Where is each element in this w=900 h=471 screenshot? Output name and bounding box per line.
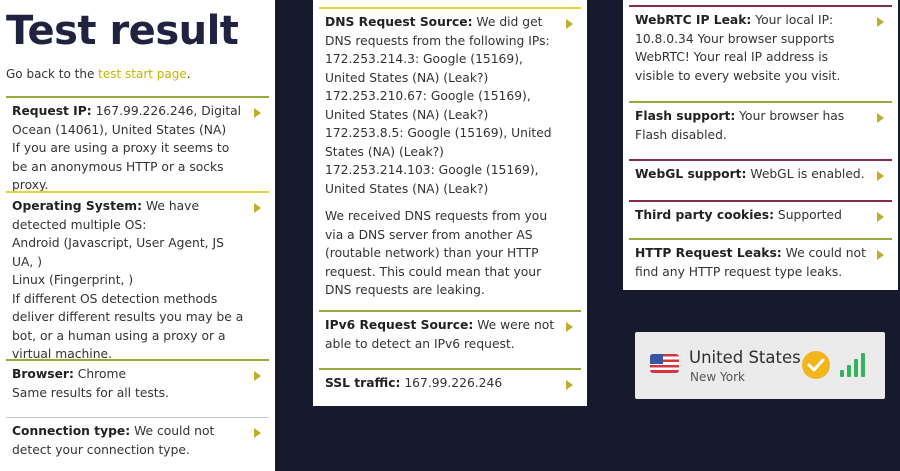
expand-arrow-icon[interactable] (254, 371, 261, 381)
dns-note: We received DNS requests from you via a … (325, 209, 548, 297)
browser-label: Browser: (12, 367, 74, 381)
operating-system-section[interactable]: Operating System: We have detected multi… (6, 191, 269, 361)
ipv6-request-source-section[interactable]: IPv6 Request Source: We were not able to… (319, 310, 581, 360)
results-panel-left: Test result Go back to the test start pa… (0, 0, 275, 471)
results-panel-middle: DNS Request Source: We did get DNS reque… (313, 0, 587, 406)
go-back-line: Go back to the test start page. (6, 67, 191, 81)
flash-label: Flash support: (635, 109, 736, 123)
os-label: Operating System: (12, 199, 143, 213)
expand-arrow-icon[interactable] (566, 322, 573, 332)
browser-section[interactable]: Browser: Chrome Same results for all tes… (6, 359, 269, 405)
connection-type-section[interactable]: Connection type: We could not detect you… (6, 417, 269, 467)
expand-arrow-icon[interactable] (877, 171, 884, 181)
vpn-city: New York (690, 370, 745, 384)
ipv6-label: IPv6 Request Source: (325, 318, 474, 332)
signal-bars-icon (840, 353, 865, 377)
expand-arrow-icon[interactable] (877, 17, 884, 27)
expand-arrow-icon[interactable] (566, 380, 573, 390)
checkmark-icon (802, 351, 830, 379)
us-flag-icon (650, 354, 679, 373)
expand-arrow-icon[interactable] (254, 108, 261, 118)
webgl-value: WebGL is enabled. (746, 167, 865, 181)
os-line-linux: Linux (Fingerprint, ) (12, 273, 134, 287)
request-ip-note: If you are using a proxy it seems to be … (12, 141, 230, 192)
browser-note: Same results for all tests. (12, 385, 169, 400)
page-title: Test result (6, 8, 239, 54)
vpn-country: United States (689, 348, 801, 367)
request-ip-label: Request IP: (12, 104, 92, 118)
expand-arrow-icon[interactable] (254, 428, 261, 438)
expand-arrow-icon[interactable] (254, 203, 261, 213)
test-start-page-link[interactable]: test start page (98, 67, 187, 81)
third-party-cookies-section[interactable]: Third party cookies: Supported (629, 200, 892, 230)
webrtc-label: WebRTC IP Leak: (635, 13, 752, 27)
dns-ip-entry: 172.253.8.5: Google (15169), United Stat… (325, 126, 552, 159)
connection-type-label: Connection type: (12, 424, 131, 438)
dns-ip-entry: 172.253.214.103: Google (15169), United … (325, 163, 539, 196)
flash-support-section[interactable]: Flash support: Your browser has Flash di… (629, 101, 892, 149)
cookies-label: Third party cookies: (635, 208, 775, 222)
dns-ip-entry: 172.253.210.67: Google (15169), United S… (325, 89, 531, 122)
expand-arrow-icon[interactable] (877, 212, 884, 222)
cookies-value: Supported (774, 208, 842, 222)
os-line-android: Android (Javascript, User Agent, JS UA, … (12, 236, 224, 269)
webgl-support-section[interactable]: WebGL support: WebGL is enabled. (629, 159, 892, 191)
browser-value: Chrome (73, 367, 127, 381)
http-request-leaks-section[interactable]: HTTP Request Leaks: We could not find an… (629, 238, 892, 286)
os-note: If different OS detection methods delive… (12, 291, 244, 362)
ssl-traffic-section[interactable]: SSL traffic: 167.99.226.246 (319, 368, 581, 400)
ssl-label: SSL traffic: (325, 376, 401, 390)
vpn-location-card[interactable]: United States New York (635, 332, 885, 399)
dns-ip-entry: 172.253.214.3: Google (15169), United St… (325, 52, 523, 85)
ssl-value: 167.99.226.246 (400, 376, 503, 390)
webgl-label: WebGL support: (635, 167, 747, 181)
expand-arrow-icon[interactable] (877, 113, 884, 123)
request-ip-section[interactable]: Request IP: 167.99.226.246, Digital Ocea… (6, 96, 269, 192)
dns-request-source-section[interactable]: DNS Request Source: We did get DNS reque… (319, 7, 581, 299)
expand-arrow-icon[interactable] (877, 250, 884, 260)
expand-arrow-icon[interactable] (566, 19, 573, 29)
results-panel-right: WebRTC IP Leak: Your local IP: 10.8.0.34… (623, 0, 898, 290)
http-leaks-label: HTTP Request Leaks: (635, 246, 782, 260)
dns-label: DNS Request Source: (325, 15, 473, 29)
webrtc-ip-leak-section[interactable]: WebRTC IP Leak: Your local IP: 10.8.0.34… (629, 5, 892, 93)
